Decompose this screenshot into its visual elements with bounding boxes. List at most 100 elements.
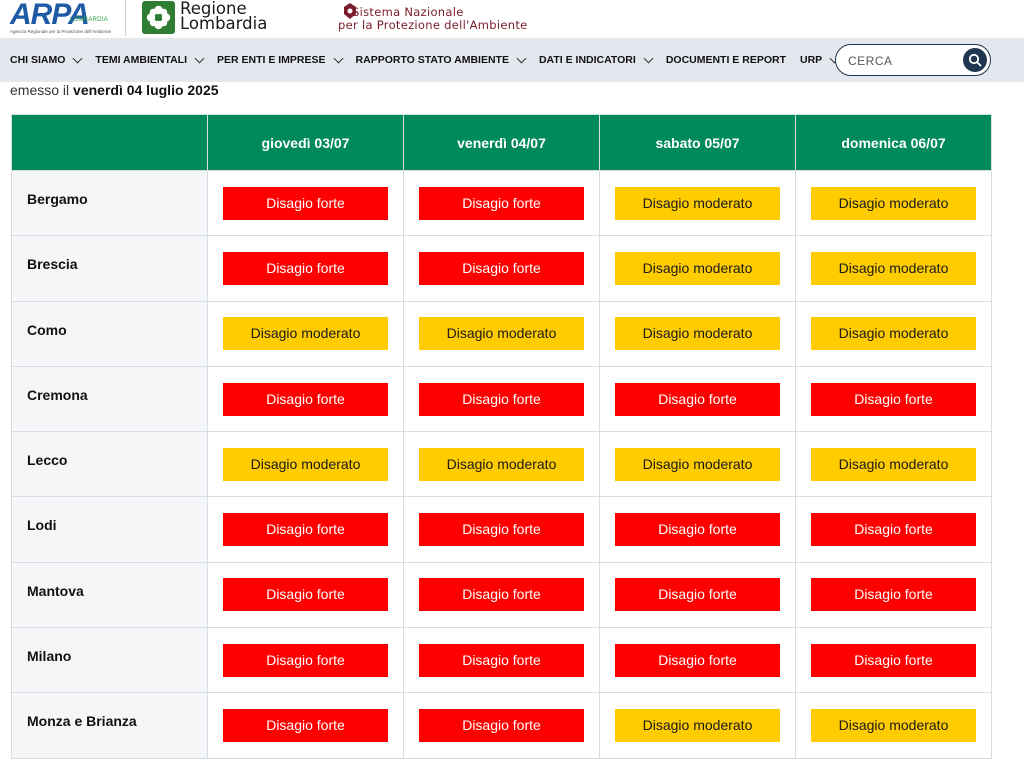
nav-item-chi-siamo[interactable]: CHI SIAMO — [10, 53, 83, 66]
discomfort-badge-forte: Disagio forte — [223, 186, 388, 220]
search-input[interactable] — [848, 53, 958, 69]
search-button[interactable] — [963, 48, 987, 72]
discomfort-badge-forte: Disagio forte — [223, 513, 388, 547]
forecast-cell: Disagio moderato — [599, 300, 796, 367]
chevron-down-icon — [516, 53, 527, 63]
discomfort-badge-forte: Disagio forte — [223, 709, 388, 743]
forecast-cell: Disagio forte — [599, 561, 796, 629]
city-name: Mantova — [11, 561, 208, 629]
table-row: Cremona Disagio forte Disagio forte Disagio… — [11, 365, 992, 433]
emission-prefix: emesso il — [10, 82, 70, 98]
forecast-cell: Disagio forte — [403, 365, 600, 433]
forecast-cell: Disagio forte — [403, 496, 600, 563]
forecast-cell: Disagio moderato — [795, 431, 992, 498]
discomfort-badge-forte: Disagio forte — [811, 578, 976, 612]
regione-lombardia-text: Regione Lombardia — [180, 0, 267, 32]
forecast-cell: Disagio forte — [403, 561, 600, 629]
city-name: Brescia — [11, 235, 208, 302]
forecast-cell: Disagio forte — [207, 561, 404, 629]
discomfort-badge-moderato: Disagio moderato — [615, 251, 780, 285]
forecast-cell: Disagio forte — [795, 365, 992, 433]
forecast-cell: Disagio forte — [599, 365, 796, 433]
table-row: Brescia Disagio forte Disagio forte Disagio… — [11, 235, 992, 302]
forecast-cell: Disagio forte — [207, 169, 404, 237]
discomfort-badge-forte: Disagio forte — [811, 513, 976, 547]
emission-date-value: venerdì 04 luglio 2025 — [73, 82, 219, 98]
forecast-cell: Disagio forte — [795, 627, 992, 694]
nav-item-label: DOCUMENTI E REPORT — [665, 54, 786, 66]
forecast-cell: Disagio moderato — [207, 431, 404, 498]
search-icon — [968, 53, 982, 67]
city-name: Como — [11, 300, 208, 367]
day-header: venerdì 04/07 — [403, 114, 600, 171]
discomfort-badge-moderato: Disagio moderato — [419, 317, 584, 351]
discomfort-badge-forte: Disagio forte — [419, 643, 584, 677]
discomfort-badge-moderato: Disagio moderato — [615, 186, 780, 220]
forecast-cell: Disagio moderato — [403, 431, 600, 498]
discomfort-badge-forte: Disagio forte — [615, 643, 780, 677]
nav-item-urp[interactable]: URP — [800, 53, 840, 66]
forecast-cell: Disagio moderato — [599, 431, 796, 498]
emission-date: emesso il venerdì 04 luglio 2025 — [10, 82, 219, 98]
arpa-logo-region: LOMBARDIA — [70, 17, 109, 23]
nav-menu: CHI SIAMO TEMI AMBIENTALI PER ENTI E IMPRE… — [10, 38, 852, 82]
discomfort-badge-forte: Disagio forte — [419, 709, 584, 743]
table-row: Lodi Disagio forte Disagio forte Disagio fo… — [11, 496, 992, 563]
chevron-down-icon — [643, 53, 654, 63]
forecast-cell: Disagio forte — [403, 235, 600, 302]
forecast-cell: Disagio forte — [207, 496, 404, 563]
snpa-text: Sistema Nazionale per la Protezione dell… — [338, 6, 528, 31]
forecast-cell: Disagio moderato — [207, 300, 404, 367]
logo-divider — [125, 0, 126, 36]
discomfort-badge-forte: Disagio forte — [223, 251, 388, 285]
nav-item-label: DATI E INDICATORI — [538, 54, 636, 66]
nav-item-dati-e-indicatori[interactable]: DATI E INDICATORI — [538, 53, 654, 66]
city-name: Cremona — [11, 365, 208, 433]
discomfort-badge-forte: Disagio forte — [223, 578, 388, 612]
city-name: Lodi — [11, 496, 208, 563]
table-row: Milano Disagio forte Disagio forte Disagio … — [11, 627, 992, 694]
forecast-cell: Disagio moderato — [795, 692, 992, 759]
chevron-down-icon — [72, 53, 83, 63]
discomfort-badge-moderato: Disagio moderato — [811, 447, 976, 481]
forecast-cell: Disagio forte — [403, 692, 600, 759]
table-corner-cell — [11, 114, 208, 171]
city-name: Lecco — [11, 431, 208, 498]
discomfort-badge-forte: Disagio forte — [811, 382, 976, 416]
chevron-down-icon — [194, 53, 205, 63]
discomfort-badge-moderato: Disagio moderato — [223, 447, 388, 481]
nav-item-per-enti-e-imprese[interactable]: PER ENTI E IMPRESE — [217, 53, 343, 66]
search-box — [835, 44, 991, 76]
regione-lombardia-rose-icon — [142, 1, 175, 34]
discomfort-badge-forte: Disagio forte — [811, 643, 976, 677]
forecast-cell: Disagio forte — [599, 627, 796, 694]
arpa-logo-subtitle: Agenzia Regionale per la Protezione dell… — [10, 29, 112, 34]
forecast-cell: Disagio forte — [403, 627, 600, 694]
nav-item-rapporto-stato-ambiente[interactable]: RAPPORTO STATO AMBIENTE — [356, 53, 527, 66]
forecast-cell: Disagio moderato — [599, 169, 796, 237]
nav-item-temi-ambientali[interactable]: TEMI AMBIENTALI — [95, 53, 205, 66]
nav-item-label: PER ENTI E IMPRESE — [217, 54, 326, 66]
nav-item-documenti-e-report[interactable]: DOCUMENTI E REPORT — [666, 54, 786, 66]
arpa-logo-word: ARPA — [10, 0, 90, 31]
discomfort-badge-forte: Disagio forte — [419, 382, 584, 416]
forecast-cell: Disagio forte — [403, 169, 600, 237]
forecast-cell: Disagio forte — [207, 235, 404, 302]
table-body: Bergamo Disagio forte Disagio forte Disagio… — [11, 169, 992, 759]
arpa-logo[interactable]: ARPA LOMBARDIA Agenzia Regionale per la … — [10, 0, 122, 36]
discomfort-badge-moderato: Disagio moderato — [811, 709, 976, 743]
forecast-cell: Disagio moderato — [795, 169, 992, 237]
chevron-down-icon — [333, 53, 343, 63]
city-name: Bergamo — [11, 169, 208, 237]
table-header-row: giovedì 03/07 venerdì 04/07 sabato 05/07 do… — [11, 114, 992, 171]
day-header: sabato 05/07 — [599, 114, 796, 171]
discomfort-badge-forte: Disagio forte — [419, 578, 584, 612]
nav-item-label: CHI SIAMO — [10, 54, 66, 66]
forecast-cell: Disagio moderato — [403, 300, 600, 367]
header-logos: ARPA LOMBARDIA Agenzia Regionale per la … — [0, 0, 1024, 38]
discomfort-badge-forte: Disagio forte — [615, 513, 780, 547]
discomfort-badge-forte: Disagio forte — [419, 186, 584, 220]
discomfort-badge-forte: Disagio forte — [223, 382, 388, 416]
discomfort-badge-moderato: Disagio moderato — [615, 317, 780, 351]
nav-item-label: TEMI AMBIENTALI — [95, 54, 187, 66]
